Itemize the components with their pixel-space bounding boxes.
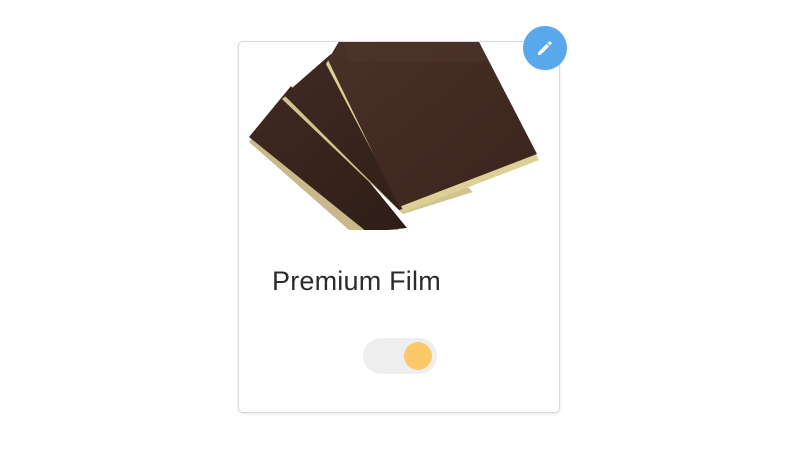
product-title: Premium Film (272, 266, 441, 296)
pencil-icon (538, 41, 552, 55)
enable-toggle[interactable] (363, 338, 437, 374)
toggle-knob[interactable] (404, 342, 432, 370)
product-image (249, 42, 549, 230)
page-canvas: Premium Film (0, 0, 800, 450)
edit-button[interactable] (523, 26, 567, 70)
product-card: Premium Film (238, 41, 560, 413)
